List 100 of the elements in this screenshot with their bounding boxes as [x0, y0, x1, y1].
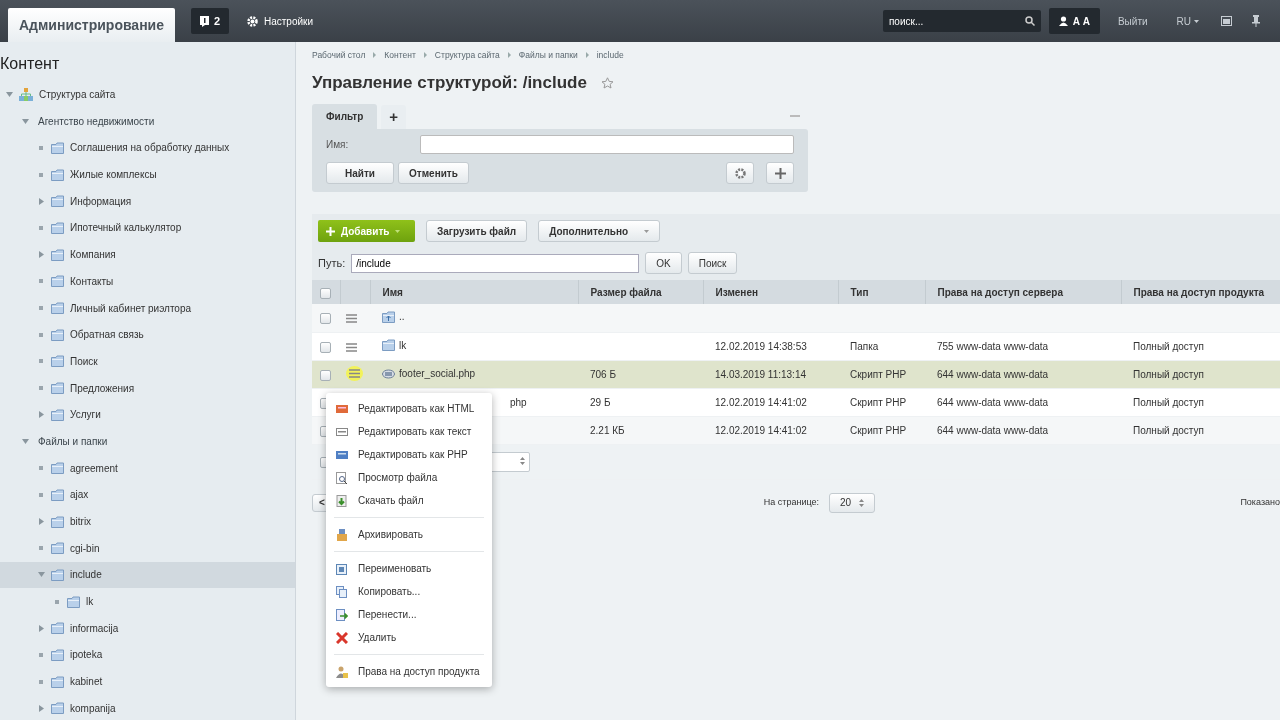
tree-item[interactable]: cgi-bin [0, 534, 295, 562]
tree-item[interactable]: Личный кабинет риэлтора [0, 294, 295, 322]
file-name[interactable]: .. [399, 309, 405, 325]
collapsed-arrow-icon[interactable] [38, 704, 44, 712]
table-cell: 644 www-data www-data [937, 424, 1049, 436]
more-button[interactable]: Дополнительно [538, 220, 661, 243]
tree-item[interactable]: Агентство недвижимости [0, 107, 295, 135]
add-field-button[interactable] [766, 162, 794, 185]
menu-item[interactable]: Переименовать [326, 557, 492, 580]
window-icon[interactable] [1221, 16, 1232, 26]
tree-item[interactable]: Предложения [0, 374, 295, 402]
settings-button[interactable] [726, 162, 754, 185]
select-all-checkbox[interactable] [320, 287, 331, 299]
delete-icon [336, 631, 348, 644]
tree-item[interactable]: Поиск [0, 348, 295, 375]
menu-item[interactable]: Просмотр файла [326, 466, 492, 489]
menu-item[interactable]: Редактировать как текст [326, 420, 492, 443]
row-checkbox[interactable] [320, 341, 331, 353]
tree-item[interactable]: Соглашения на обработку данных [0, 134, 295, 162]
search-field[interactable]: поиск... [882, 10, 1041, 32]
tree-item[interactable]: Жилые комплексы [0, 161, 295, 188]
expanded-arrow-icon[interactable] [37, 572, 45, 578]
breadcrumb-link[interactable]: Рабочий стол [312, 49, 366, 62]
file-name[interactable]: lk [399, 337, 407, 353]
tree-item[interactable]: Ипотечный калькулятор [0, 214, 295, 242]
table-row[interactable]: footer_social.php 706 Б 14.03.2019 11:13:14 Скрипт PHP 644 www-data www-data Полный доступ [312, 360, 1280, 389]
tree-item[interactable]: Информация [0, 187, 295, 215]
collapse-icon[interactable] [790, 115, 800, 118]
column-header[interactable]: Имя [370, 280, 578, 305]
menu-item[interactable]: Права на доступ продукта [326, 660, 492, 683]
column-header[interactable]: Тип [838, 280, 925, 305]
php-file-icon [336, 448, 348, 461]
pin-icon[interactable] [1252, 15, 1260, 27]
column-header[interactable]: Размер файла [578, 280, 703, 305]
star-icon[interactable] [600, 76, 614, 89]
row-checkbox[interactable] [320, 369, 331, 381]
tree-item[interactable]: kabinet [0, 668, 295, 695]
find-button[interactable]: Найти [326, 162, 394, 185]
folder-icon [51, 622, 64, 635]
collapsed-arrow-icon[interactable] [38, 518, 44, 526]
expanded-arrow-icon[interactable] [21, 118, 29, 124]
settings-link[interactable]: Настройки [247, 13, 314, 29]
expanded-arrow-icon[interactable] [5, 92, 13, 98]
tree-item[interactable]: agreement [0, 454, 295, 482]
expanded-arrow-icon[interactable] [21, 438, 29, 444]
breadcrumb-link[interactable]: Файлы и папки [518, 49, 578, 62]
collapsed-arrow-icon[interactable] [38, 411, 44, 419]
table-row[interactable]: lk 12.02.2019 14:38:53 Папка 755 www-data www-data Полный доступ [312, 332, 1280, 361]
tree-item[interactable]: ipoteka [0, 641, 295, 669]
folder-icon [51, 355, 64, 368]
menu-item[interactable]: Копировать... [326, 580, 492, 603]
user-button[interactable]: А А [1048, 8, 1100, 34]
tree-item[interactable]: Файлы и папки [0, 428, 295, 455]
file-name[interactable]: php [510, 394, 527, 410]
tree-item[interactable]: Компания [0, 241, 295, 268]
row-checkbox[interactable] [320, 313, 331, 325]
collapsed-arrow-icon[interactable] [38, 624, 44, 632]
tree-item[interactable]: Обратная связь [0, 321, 295, 349]
menu-item[interactable]: Редактировать как PHP [326, 443, 492, 466]
plus-icon [774, 167, 786, 179]
tree-item[interactable]: kompanija [0, 695, 295, 720]
collapsed-arrow-icon[interactable] [38, 197, 44, 205]
tree-item[interactable]: Структура сайта [0, 81, 295, 108]
name-field[interactable] [420, 135, 794, 155]
admin-tab[interactable]: Администрирование [8, 8, 175, 42]
language-label[interactable]: RU [1176, 13, 1191, 29]
logout-link[interactable]: Выйти [1117, 13, 1148, 29]
column-header[interactable]: Права на доступ сервера [925, 280, 1121, 305]
tree-item[interactable]: Услуги [0, 401, 295, 429]
tree-item[interactable]: bitrix [0, 508, 295, 535]
collapsed-arrow-icon[interactable] [38, 251, 44, 259]
menu-item[interactable]: Архивировать [326, 523, 492, 546]
tree-item[interactable]: ajax [0, 481, 295, 509]
ok-button[interactable]: OK [645, 252, 682, 275]
notifications-button[interactable]: 2 [191, 8, 229, 34]
search-icon[interactable] [1024, 16, 1035, 26]
tree-item[interactable]: lk [0, 588, 295, 615]
menu-icon[interactable] [346, 314, 357, 324]
search-button[interactable]: Поиск [687, 252, 738, 275]
menu-icon[interactable] [346, 342, 357, 352]
column-header[interactable]: Права на доступ продукта [1121, 280, 1280, 305]
per-page-select[interactable]: 20 [829, 492, 876, 513]
path-field[interactable]: /include [351, 253, 640, 273]
cancel-button[interactable]: Отменить [398, 162, 469, 185]
upload-button[interactable]: Загрузить файл [426, 220, 528, 243]
breadcrumb-link[interactable]: Структура сайта [434, 49, 500, 62]
filter-tab[interactable]: + [381, 104, 407, 130]
breadcrumb-link[interactable]: Контент [384, 49, 416, 62]
table-row[interactable]: .. [312, 304, 1280, 333]
tree-item[interactable]: Контакты [0, 268, 295, 295]
tree-item[interactable]: include [0, 561, 295, 589]
breadcrumb-link[interactable]: include [596, 49, 624, 62]
menu-item[interactable]: Удалить [326, 626, 492, 649]
menu-item[interactable]: Перенести... [326, 603, 492, 626]
filter-tab[interactable]: Фильтр [312, 104, 378, 130]
column-header[interactable]: Изменен [703, 280, 838, 305]
caret-icon[interactable] [1194, 19, 1199, 23]
folder-icon [51, 515, 64, 528]
folder-icon [51, 542, 64, 555]
tree-item[interactable]: informacija [0, 614, 295, 642]
